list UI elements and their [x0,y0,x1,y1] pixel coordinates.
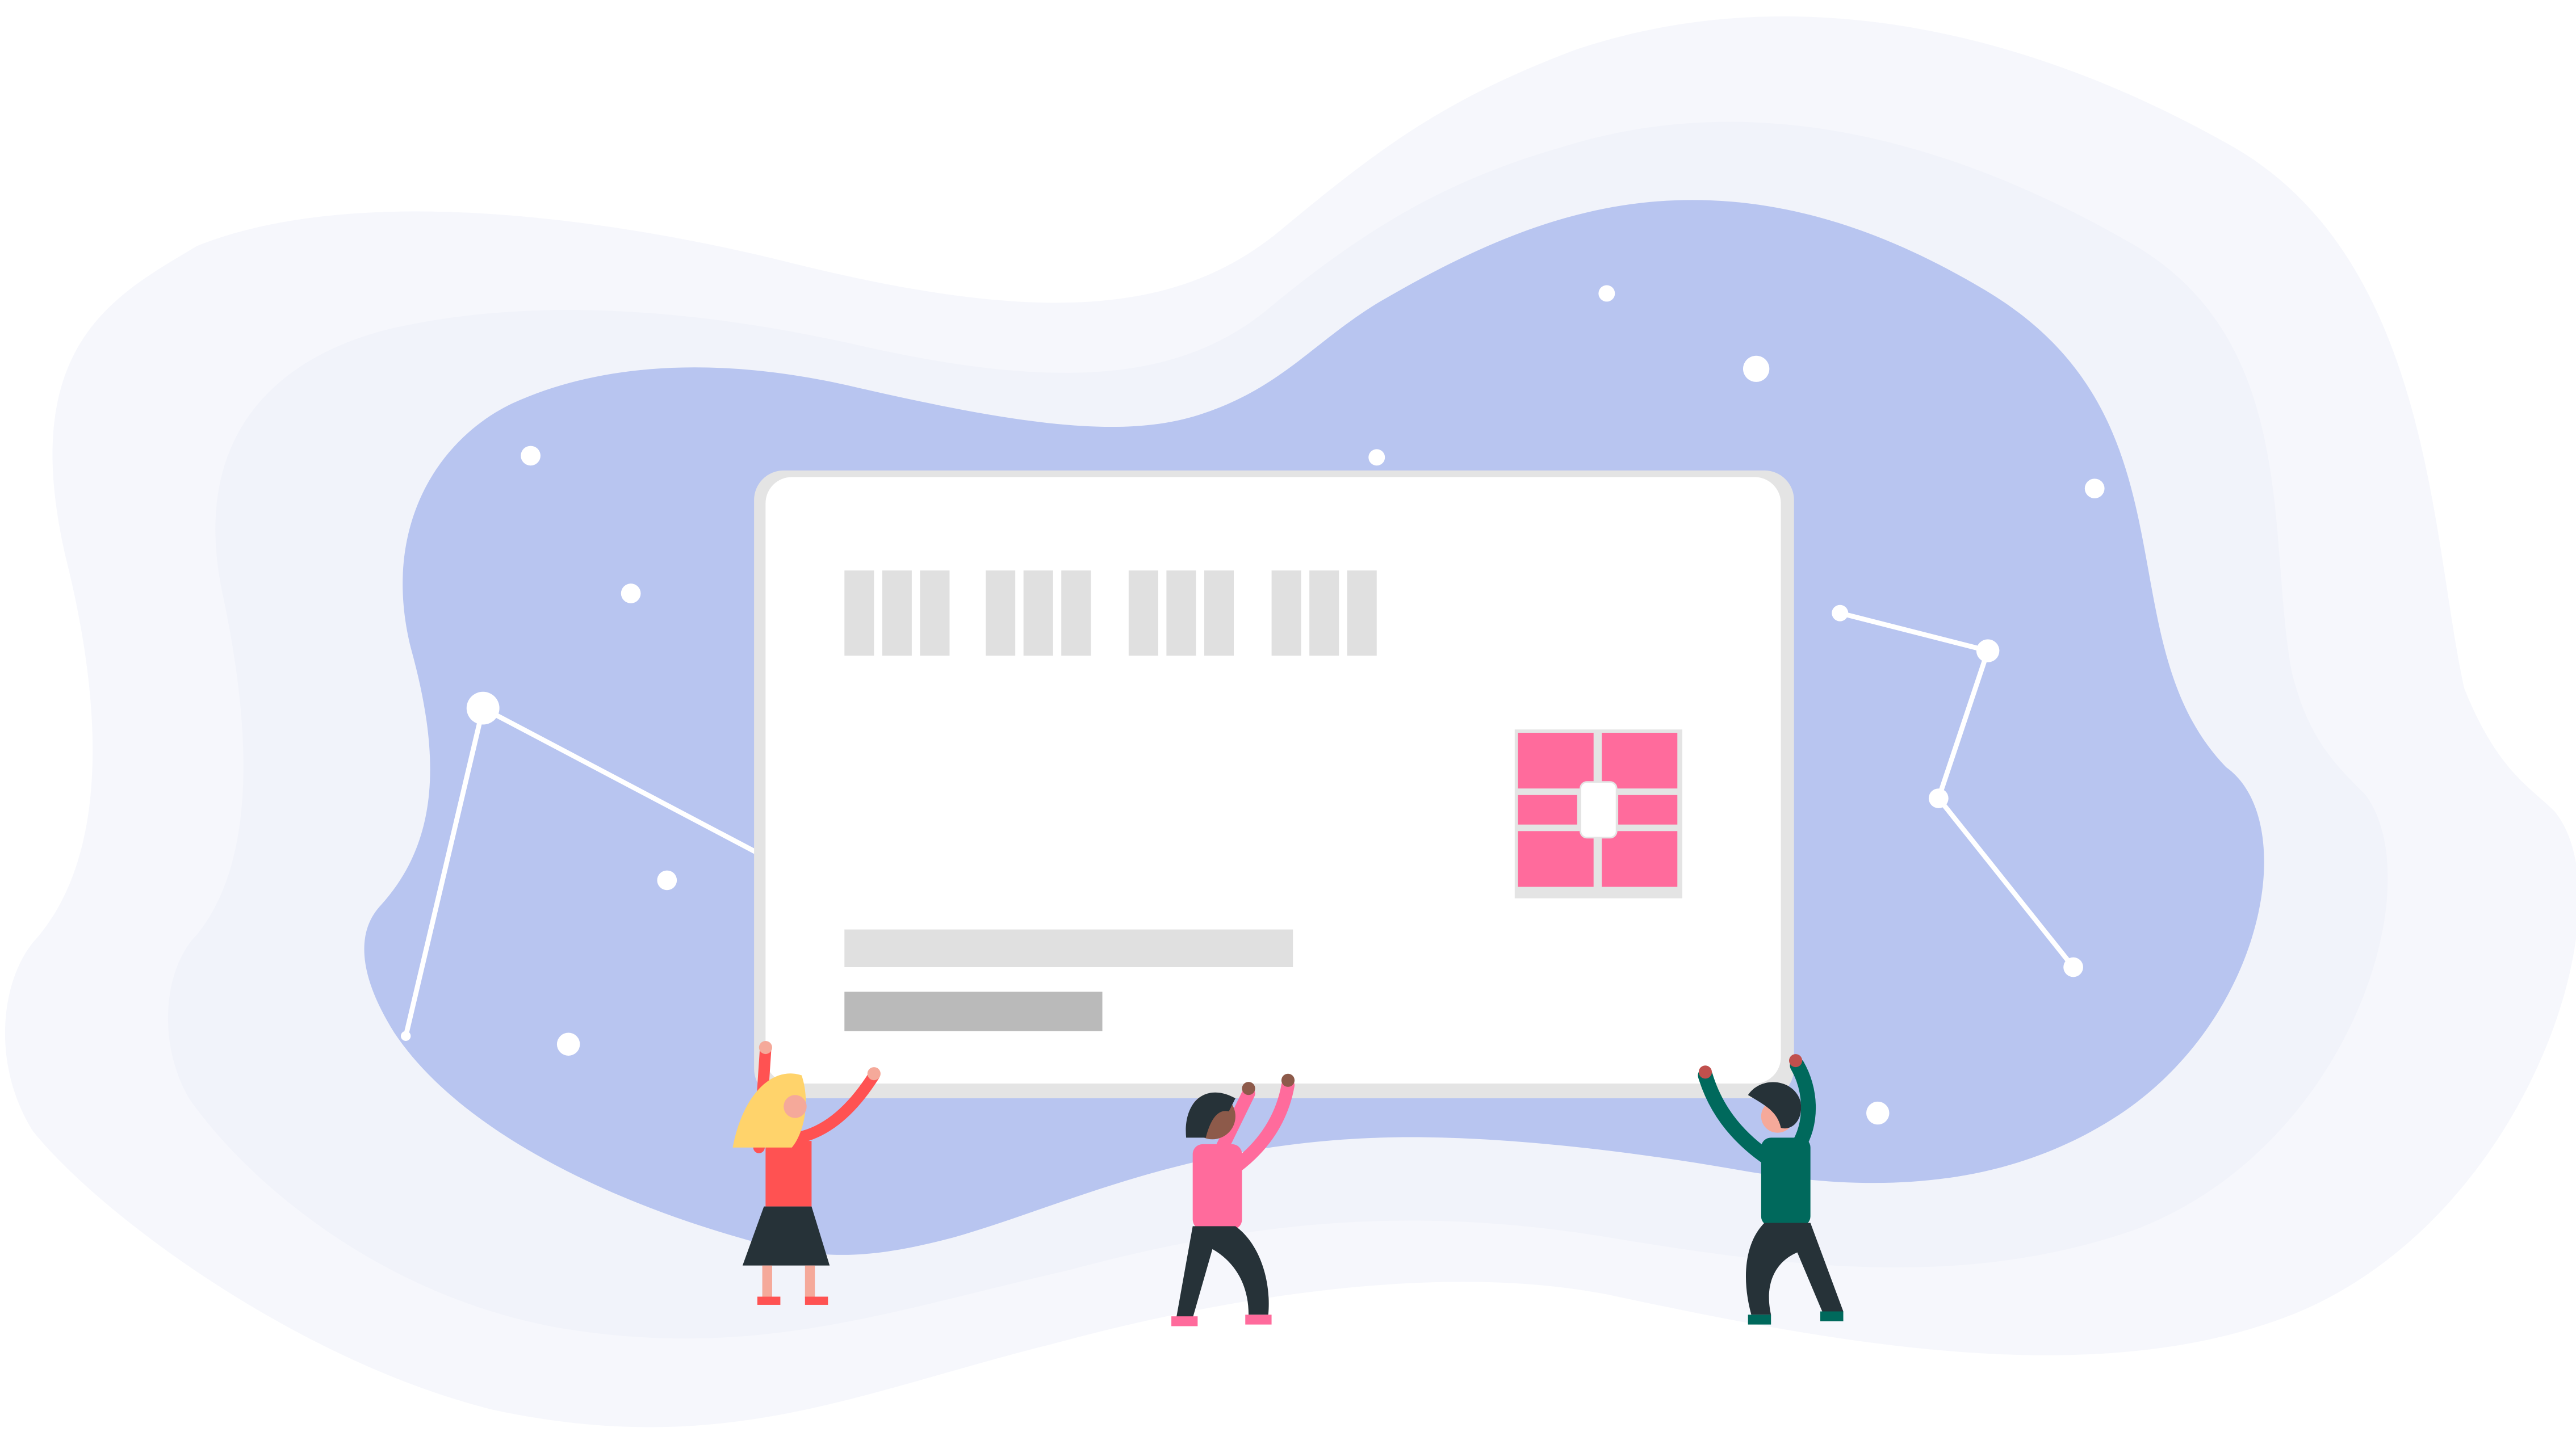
illustration [5,16,2576,1427]
star [1743,355,1770,382]
card-expiry-line [844,992,1103,1031]
star [521,446,541,466]
star [657,870,677,891]
star [1866,1101,1890,1125]
card-chip [1514,729,1682,898]
star [466,691,500,725]
star [1976,639,2000,662]
star [1832,604,1849,622]
star [2084,478,2105,498]
star [1928,788,1949,808]
credit-card [754,470,1794,1099]
star [621,583,641,603]
star [401,1031,411,1041]
star [2063,957,2083,977]
card-name-line [844,929,1293,967]
star [1368,449,1385,466]
star [556,1032,580,1056]
star [1598,285,1615,302]
